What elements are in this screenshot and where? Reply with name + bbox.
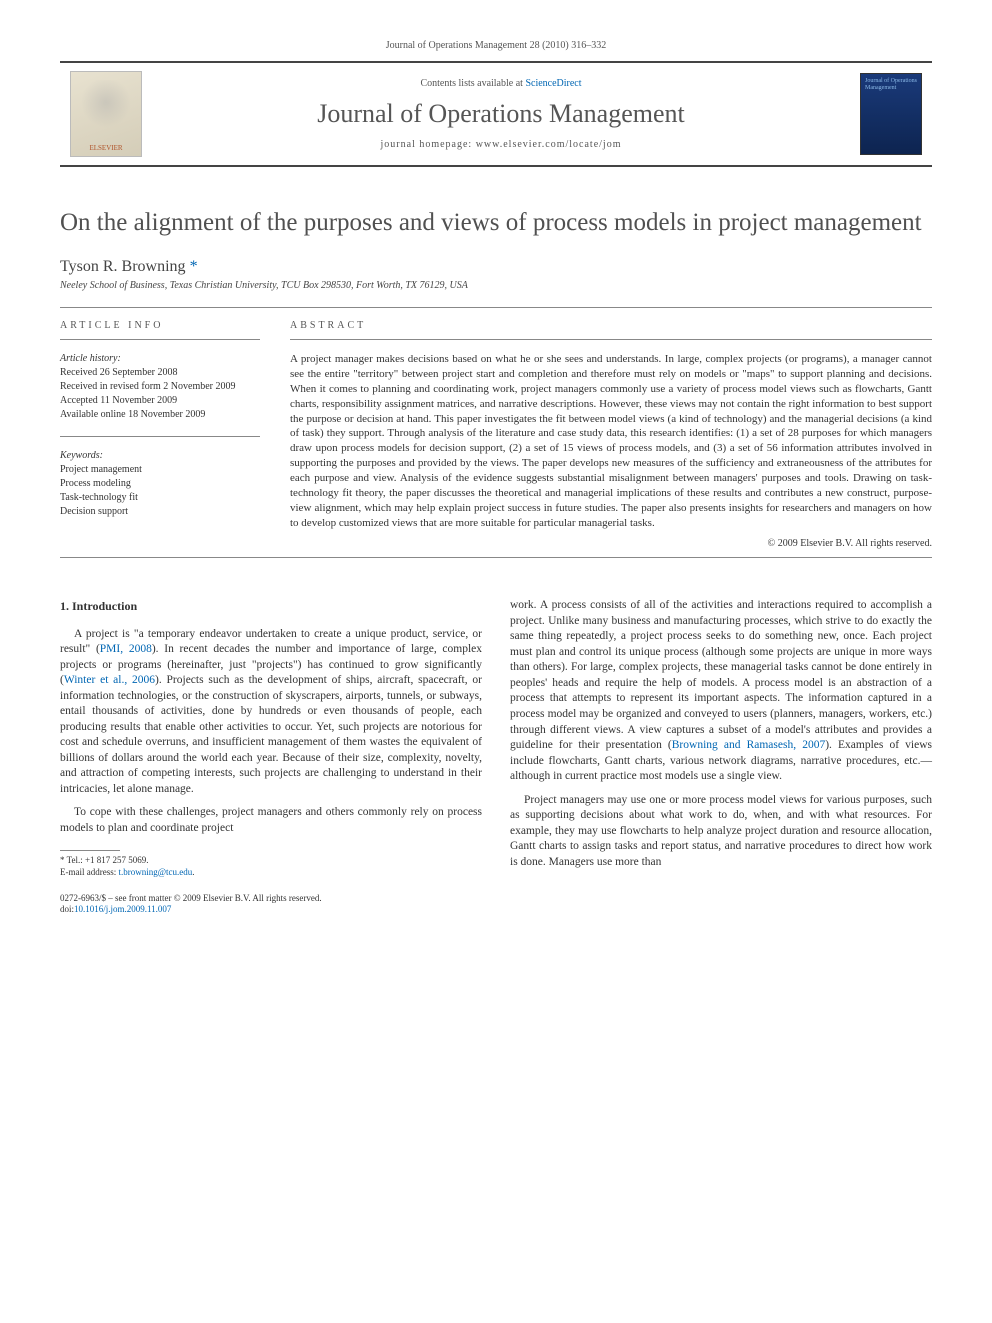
body-column-right: work. A process consists of all of the a… [510,598,932,916]
body-columns: 1. Introduction A project is "a temporar… [60,598,932,916]
email-link[interactable]: t.browning@tcu.edu [118,867,192,877]
author-affiliation: Neeley School of Business, Texas Christi… [60,280,932,291]
author-line: Tyson R. Browning * [60,258,932,276]
page-container: Journal of Operations Management 28 (201… [0,0,992,956]
footnote-separator [60,850,120,851]
keywords-label: Keywords: [60,449,260,463]
divider [60,436,260,437]
history-item: Received in revised form 2 November 2009 [60,380,260,394]
article-info-column: ARTICLE INFO Article history: Received 2… [60,320,260,549]
journal-homepage: journal homepage: www.elsevier.com/locat… [156,139,846,150]
doi-prefix: doi: [60,904,74,914]
keyword-item: Process modeling [60,477,260,491]
masthead-center: Contents lists available at ScienceDirec… [156,78,846,150]
article-history-block: Article history: Received 26 September 2… [60,352,260,422]
keyword-item: Project management [60,463,260,477]
tel-label: * Tel.: [60,855,85,865]
text-run: work. A process consists of all of the a… [510,599,932,751]
citation-link[interactable]: Winter et al., 2006 [64,674,155,686]
footer-doi: doi:10.1016/j.jom.2009.11.007 [60,904,482,916]
elsevier-logo: ELSEVIER [70,71,142,157]
sciencedirect-link[interactable]: ScienceDirect [525,78,581,89]
divider [60,307,932,308]
contents-prefix: Contents lists available at [420,78,525,89]
footer-line: 0272-6963/$ – see front matter © 2009 El… [60,893,482,905]
history-label: Article history: [60,352,260,366]
running-citation: Journal of Operations Management 28 (201… [60,40,932,51]
history-item: Accepted 11 November 2009 [60,394,260,408]
contents-available-line: Contents lists available at ScienceDirec… [156,78,846,89]
body-paragraph: Project managers may use one or more pro… [510,793,932,871]
divider [60,339,260,340]
doi-link[interactable]: 10.1016/j.jom.2009.11.007 [74,904,171,914]
tel-value: +1 817 257 5069. [85,855,149,865]
journal-name: Journal of Operations Management [156,99,846,129]
abstract-text: A project manager makes decisions based … [290,352,932,530]
abstract-copyright: © 2009 Elsevier B.V. All rights reserved… [290,538,932,549]
section-heading: 1. Introduction [60,598,482,614]
author-name: Tyson R. Browning [60,258,186,275]
masthead: ELSEVIER Contents lists available at Sci… [60,61,932,167]
corresponding-author-footnote: * Tel.: +1 817 257 5069. E-mail address:… [60,855,482,878]
body-column-left: 1. Introduction A project is "a temporar… [60,598,482,916]
article-title: On the alignment of the purposes and vie… [60,207,932,238]
abstract-heading: ABSTRACT [290,320,932,331]
journal-cover-thumbnail: Journal of Operations Management [860,73,922,155]
keyword-item: Decision support [60,505,260,519]
citation-link[interactable]: PMI, 2008 [100,643,152,655]
divider [290,339,932,340]
elsevier-logo-text: ELSEVIER [89,144,122,152]
elsevier-tree-icon [81,80,131,136]
keyword-item: Task-technology fit [60,491,260,505]
body-paragraph: work. A process consists of all of the a… [510,598,932,784]
body-paragraph: A project is "a temporary endeavor under… [60,627,482,798]
body-paragraph: To cope with these challenges, project m… [60,805,482,836]
article-info-heading: ARTICLE INFO [60,320,260,331]
author-corresponding-marker[interactable]: * [190,258,198,275]
abstract-column: ABSTRACT A project manager makes decisio… [290,320,932,549]
keywords-block: Keywords: Project management Process mod… [60,449,260,519]
text-run: ). Projects such as the development of s… [60,674,482,795]
page-footer: 0272-6963/$ – see front matter © 2009 El… [60,893,482,916]
info-abstract-row: ARTICLE INFO Article history: Received 2… [60,320,932,549]
email-label: E-mail address: [60,867,118,877]
history-item: Received 26 September 2008 [60,366,260,380]
divider [60,557,932,558]
history-item: Available online 18 November 2009 [60,408,260,422]
citation-link[interactable]: Browning and Ramasesh, 2007 [672,739,825,751]
cover-thumb-title: Journal of Operations Management [865,78,917,91]
